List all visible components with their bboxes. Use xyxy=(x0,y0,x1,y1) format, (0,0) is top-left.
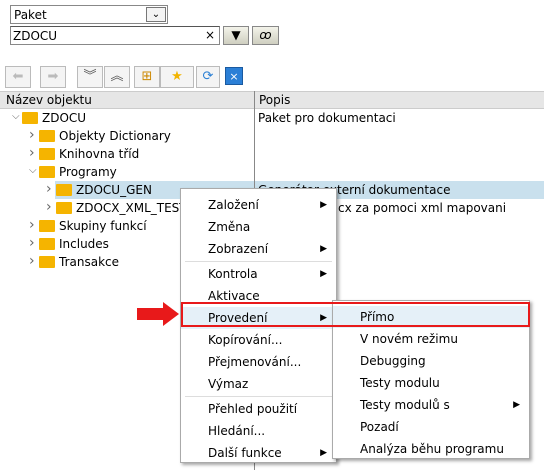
menu-item[interactable]: Přehled použití xyxy=(181,398,336,420)
display-glasses-icon[interactable]: ꝏ xyxy=(252,26,279,45)
chevron-right-icon[interactable]: › xyxy=(29,217,35,233)
folder-open-icon xyxy=(22,112,38,124)
menu-item-label: Zobrazení xyxy=(208,242,269,256)
menu-item-label: Pozadí xyxy=(360,420,399,434)
input-value: ZDOCU xyxy=(13,29,58,43)
object-type-select[interactable]: Paket ⌄ xyxy=(10,5,168,24)
folder-icon xyxy=(39,256,55,268)
chevron-right-icon[interactable]: › xyxy=(29,127,35,143)
menu-item-label: Přehled použití xyxy=(208,402,298,416)
menu-item-label: Testy modulů s xyxy=(360,398,450,412)
callout-arrow-shaft xyxy=(137,308,165,320)
menu-item-label: Hledání... xyxy=(208,424,266,438)
menu-item[interactable]: Analýza běhu programu xyxy=(333,438,529,460)
menu-item-label: Změna xyxy=(208,220,251,234)
menu-item[interactable]: Další funkce ▶ xyxy=(181,442,336,464)
menu-item-label: Analýza běhu programu xyxy=(360,442,504,456)
select-value: Paket xyxy=(14,8,47,22)
submenu-arrow-icon: ▶ xyxy=(320,244,327,254)
chevron-down-icon[interactable]: ⌄ xyxy=(146,7,166,22)
submenu-arrow-icon: ▶ xyxy=(320,269,327,279)
menu-item-label: Přejmenování... xyxy=(208,355,302,369)
chevron-right-icon[interactable]: › xyxy=(29,145,35,161)
menu-item[interactable]: V novém režimu xyxy=(333,328,529,350)
column-header: Název objektu Popis xyxy=(0,91,544,109)
menu-item-label: Založení xyxy=(208,198,259,212)
tree-item-label[interactable]: Programy xyxy=(59,163,117,181)
menu-item-label: Výmaz xyxy=(208,377,249,391)
back-icon[interactable]: ⬅ xyxy=(5,66,31,88)
tree-item-description: cx za pomoci xml mapovani xyxy=(338,201,507,215)
tree-item-label[interactable]: Objekty Dictionary xyxy=(59,127,171,145)
menu-item[interactable]: Kontrola ▶ xyxy=(181,263,336,285)
menu-item-label: Testy modulu xyxy=(360,376,440,390)
object-name-input[interactable]: ZDOCU × xyxy=(10,26,220,45)
tree-item-label[interactable]: ZDOCU xyxy=(42,109,86,127)
menu-item[interactable]: Debugging xyxy=(333,350,529,372)
menu-item[interactable]: Zobrazení ▶ xyxy=(181,238,336,260)
menu-item[interactable]: Hledání... xyxy=(181,420,336,442)
folder-icon xyxy=(39,148,55,160)
favorites-star-icon[interactable]: ★ xyxy=(160,66,194,88)
callout-arrow-icon xyxy=(163,302,179,326)
hierarchy-icon[interactable]: ⊞ xyxy=(134,66,160,88)
chevron-right-icon[interactable]: › xyxy=(29,235,35,251)
menu-item[interactable]: Pozadí xyxy=(333,416,529,438)
chevron-right-icon[interactable]: › xyxy=(46,199,52,215)
submenu-arrow-icon: ▶ xyxy=(320,200,327,210)
chevron-right-icon[interactable]: › xyxy=(29,253,35,269)
close-window-icon[interactable]: × xyxy=(225,67,243,85)
chevron-down-icon[interactable]: ⌵ xyxy=(29,165,37,176)
menu-item-label: V novém režimu xyxy=(360,332,458,346)
tree-item-label[interactable]: Knihovna tříd xyxy=(59,145,139,163)
menu-separator xyxy=(185,261,332,262)
folder-icon xyxy=(39,220,55,232)
submenu-arrow-icon: ▶ xyxy=(320,448,327,458)
menu-item[interactable]: Změna xyxy=(181,216,336,238)
folder-icon xyxy=(56,184,72,196)
menu-item-label: Kopírování... xyxy=(208,333,283,347)
folder-icon xyxy=(39,238,55,250)
menu-item[interactable]: Založení ▶ xyxy=(181,194,336,216)
menu-item-label: Další funkce xyxy=(208,446,282,460)
menu-item[interactable]: Výmaz xyxy=(181,373,336,395)
menu-item[interactable]: Přejmenování... xyxy=(181,351,336,373)
callout-highlight-box xyxy=(181,302,530,327)
folder-open-icon xyxy=(39,166,55,178)
submenu-arrow-icon: ▶ xyxy=(513,400,520,410)
chevron-right-icon[interactable]: › xyxy=(46,181,52,197)
menu-item[interactable]: Testy modulu xyxy=(333,372,529,394)
column-desc-header[interactable]: Popis xyxy=(259,93,290,107)
menu-item[interactable]: Testy modulů s ▶ xyxy=(333,394,529,416)
chevron-down-icon[interactable]: ⌵ xyxy=(12,111,20,122)
menu-item-label: Kontrola xyxy=(208,267,258,281)
clear-icon[interactable]: × xyxy=(205,28,215,42)
tree-item-label[interactable]: Transakce xyxy=(59,253,119,271)
column-name-header[interactable]: Název objektu xyxy=(6,93,92,107)
expand-all-icon[interactable]: ︾ xyxy=(77,66,103,88)
folder-icon xyxy=(56,202,72,214)
tree-item-label[interactable]: Includes xyxy=(59,235,109,253)
folder-icon xyxy=(39,130,55,142)
tree-item-label[interactable]: ZDOCX_XML_TEST xyxy=(76,199,187,217)
tree-item-label[interactable]: Skupiny funkcí xyxy=(59,217,147,235)
dropdown-button[interactable]: ▼ xyxy=(223,26,249,45)
forward-icon[interactable]: ➡ xyxy=(40,66,66,88)
refresh-icon[interactable]: ⟳ xyxy=(196,66,220,88)
menu-item-label: Debugging xyxy=(360,354,426,368)
collapse-all-icon[interactable]: ︽ xyxy=(104,66,130,88)
menu-item[interactable]: Kopírování... xyxy=(181,329,336,351)
menu-separator xyxy=(185,396,332,397)
tree-item-description: Paket pro dokumentaci xyxy=(258,111,396,125)
tree-item-label[interactable]: ZDOCU_GEN xyxy=(76,181,152,199)
